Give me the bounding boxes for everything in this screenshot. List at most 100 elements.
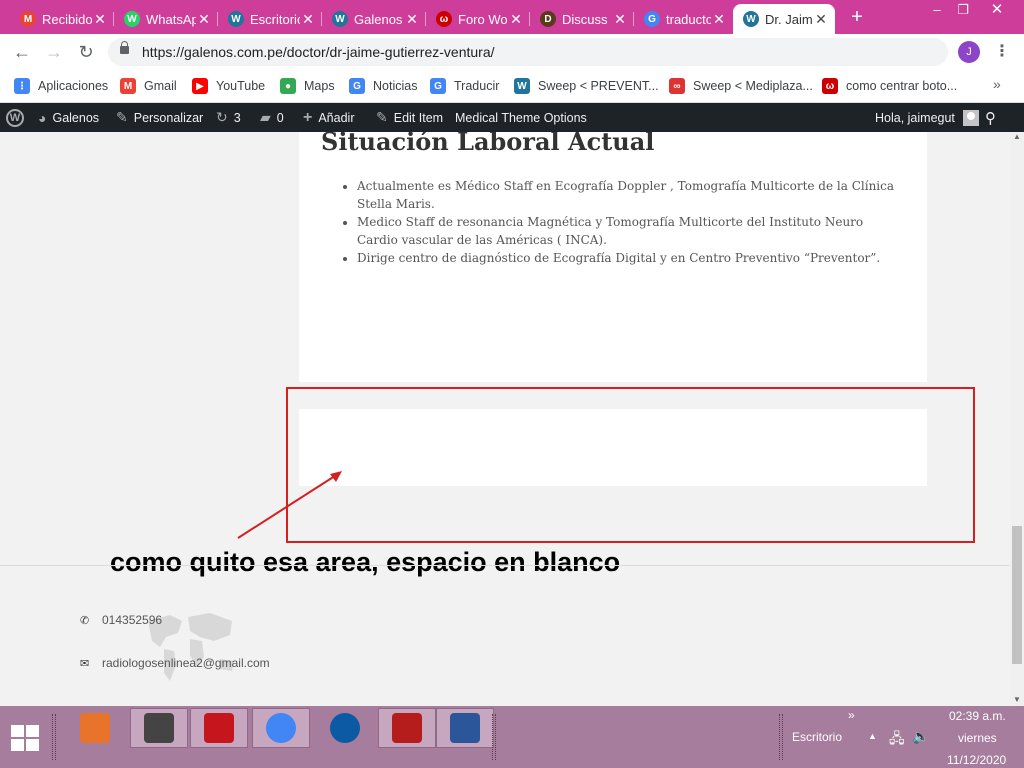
search-icon[interactable]: ⚲ [985, 103, 996, 132]
bookmark-item[interactable]: ▶ YouTube [192, 76, 265, 96]
browser-tab[interactable]: Gtraductor✕ [634, 4, 733, 34]
restore-button[interactable]: ❐ [948, 0, 978, 22]
annotation-highlight-box [286, 387, 975, 543]
bookmarks-bar: ⋮ Aplicaciones M Gmail ▶ YouTube ● Maps G Noticia… [0, 70, 1024, 103]
taskbar-app[interactable] [252, 708, 310, 748]
browser-tab[interactable]: D Discuss ✕ [530, 4, 634, 34]
wp-account-menu[interactable]: Hola, jaimegut [875, 103, 979, 132]
scroll-down-icon[interactable]: ▼ [1013, 695, 1021, 704]
more-bookmarks-icon[interactable]: » [993, 76, 1001, 92]
list-item: Dirige centro de diagnóstico de Ecografí… [357, 249, 902, 267]
bookmark-item[interactable]: ω como centrar boto... [822, 76, 957, 96]
address-bar[interactable]: https://galenos.com.pe/doctor/dr-jaime-g… [108, 38, 948, 66]
close-window-button[interactable]: ✕ [982, 0, 1012, 22]
bookmark-label: Gmail [144, 79, 177, 93]
envelope-icon: ✉ [80, 657, 90, 670]
close-tab-icon[interactable]: ✕ [92, 11, 108, 28]
list-item: Actualmente es Médico Staff en Ecografía… [357, 177, 902, 213]
list-item: Medico Staff de resonancia Magnética y T… [357, 213, 902, 249]
taskbar-app[interactable] [436, 708, 494, 748]
bookmark-item[interactable]: ● Maps [280, 76, 335, 96]
close-tab-icon[interactable]: ✕ [508, 11, 524, 28]
tab-title: Foro WordPress [458, 11, 508, 27]
scroll-up-icon[interactable]: ▲ [1013, 132, 1021, 141]
browser-menu-icon[interactable]: ⋮ [994, 41, 1010, 63]
footer-divider [0, 565, 1010, 566]
browser-tab[interactable]: M Recibidos✕ [10, 4, 114, 34]
close-tab-icon[interactable]: ✕ [404, 11, 420, 28]
reload-button[interactable]: ↻ [74, 41, 98, 63]
tray-expand-icon[interactable]: ▲ [868, 731, 877, 741]
browser-tab[interactable]: ω Foro WordPress✕ [426, 4, 530, 34]
bookmark-item[interactable]: ∞ Sweep < Mediplaza... [669, 76, 813, 96]
bookmark-item[interactable]: ⋮ Aplicaciones [14, 76, 108, 96]
apps-grid-icon: ⋮ [14, 78, 30, 94]
updates-icon: ↻ [216, 109, 228, 125]
clock-date[interactable]: 11/12/2020 [947, 753, 1006, 767]
wp-theme-options[interactable]: Medical Theme Options [455, 103, 587, 132]
profile-avatar[interactable]: J [958, 41, 980, 63]
taskbar-app[interactable] [66, 708, 124, 748]
network-icon[interactable]: 🖧 [889, 728, 905, 752]
wp-customize[interactable]: ✎ Personalizar [116, 103, 203, 132]
bookmark-label: Sweep < PREVENT... [538, 79, 659, 93]
close-tab-icon[interactable]: ✕ [813, 11, 829, 28]
taskbar-app[interactable] [378, 708, 436, 748]
browser-tab[interactable]: W Galenos ✕ [322, 4, 426, 34]
taskbar-grip[interactable] [779, 714, 783, 760]
browser-tab[interactable]: W Dr. Jaime✕ [733, 4, 835, 34]
wordpress-icon: W [743, 11, 759, 27]
taskbar-grip[interactable] [52, 714, 56, 760]
tab-title: Recibidos [42, 11, 92, 27]
close-tab-icon[interactable]: ✕ [612, 11, 628, 28]
wp-add-new[interactable]: + Añadir [303, 103, 354, 132]
maps-pin-icon: ● [280, 78, 296, 94]
wp-logo-menu[interactable]: W [6, 103, 24, 132]
back-button[interactable]: ← [10, 41, 34, 63]
close-tab-icon[interactable]: ✕ [711, 11, 727, 28]
footer-email[interactable]: ✉ radiologosenlinea2@gmail.com [80, 656, 270, 670]
taskbar-grip[interactable] [492, 714, 496, 760]
comment-bubble-icon: ▰ [260, 109, 271, 125]
translate-icon: G [430, 78, 446, 94]
toolbar-expand-icon[interactable]: » [848, 708, 855, 722]
user-avatar [962, 109, 979, 126]
browser-tab[interactable]: W WhatsApp✕ [114, 4, 218, 34]
plus-icon: + [303, 108, 313, 126]
bookmark-item[interactable]: G Traducir [430, 76, 499, 96]
word-icon [450, 713, 480, 743]
bookmark-item[interactable]: W Sweep < PREVENT... [514, 76, 659, 96]
page-scrollbar[interactable]: ▲ ▼ [1010, 132, 1024, 706]
job-list: Actualmente es Médico Staff en Ecografía… [357, 177, 902, 267]
news-icon: G [349, 78, 365, 94]
volume-icon[interactable]: 🔈 [912, 728, 929, 745]
taskbar-app[interactable] [190, 708, 248, 748]
taskbar-app[interactable] [130, 708, 188, 748]
tab-title: Escritorio [250, 11, 300, 27]
windows-taskbar: » Escritorio ▲ 🖧 🔈 02:39 a.m. viernes 11… [0, 706, 1024, 768]
whatsapp-icon: W [124, 11, 140, 27]
clock-day[interactable]: viernes [958, 731, 997, 745]
windows-start-icon[interactable] [10, 724, 40, 751]
taskbar-app[interactable] [316, 708, 374, 748]
scrollbar-thumb[interactable] [1012, 526, 1022, 664]
bookmark-item[interactable]: M Gmail [120, 76, 177, 96]
close-tab-icon[interactable]: ✕ [196, 11, 212, 28]
close-tab-icon[interactable]: ✕ [300, 11, 316, 28]
forward-button[interactable]: → [42, 41, 66, 63]
wp-site-name[interactable]: ◕ Galenos [38, 103, 99, 132]
desktop-toolbar-label[interactable]: Escritorio [792, 730, 842, 744]
new-tab-button[interactable]: + [846, 6, 868, 28]
tab-title: Galenos [354, 11, 403, 27]
wp-comments[interactable]: ▰ 0 [260, 103, 284, 132]
browser-tab[interactable]: W Escritorio ✕ [218, 4, 322, 34]
tab-title: WhatsApp [146, 11, 196, 27]
wp-updates[interactable]: ↻ 3 [216, 103, 241, 132]
bookmark-item[interactable]: G Noticias [349, 76, 417, 96]
wp-edit-item[interactable]: ✎ Edit Item [376, 103, 443, 132]
wordpress-icon: W [332, 11, 348, 27]
clock-time[interactable]: 02:39 a.m. [949, 709, 1006, 723]
acrobat-icon [204, 713, 234, 743]
tab-title: Dr. Jaime [765, 11, 813, 27]
annotation-text: como quito esa area, espacio en blanco [110, 547, 621, 577]
